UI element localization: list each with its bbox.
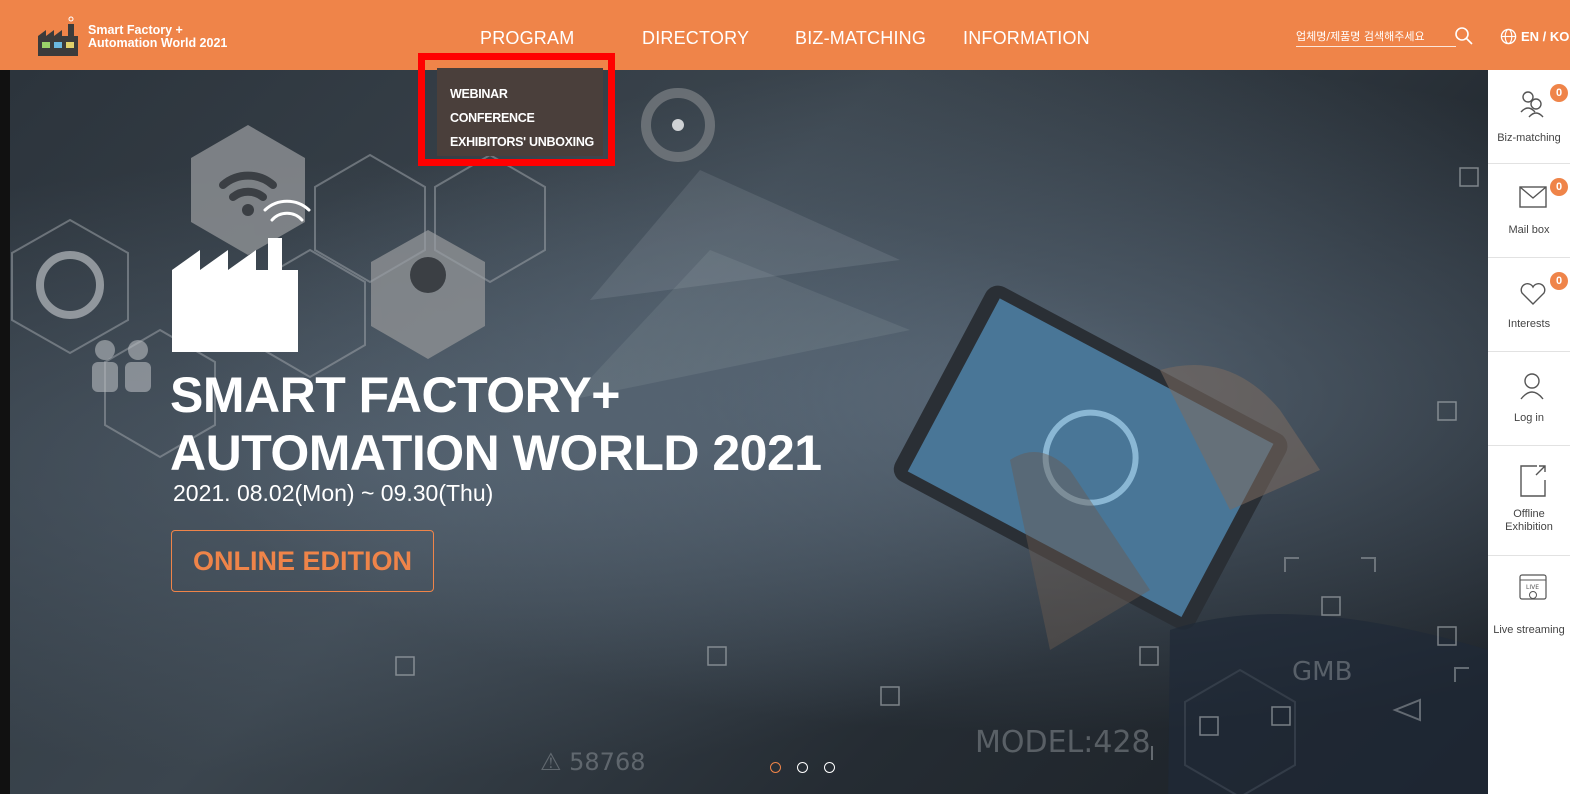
site-logo[interactable]: Smart Factory + Automation World 2021 bbox=[36, 14, 227, 60]
language-label: EN / KO bbox=[1521, 29, 1570, 44]
search-bar bbox=[1296, 27, 1456, 47]
nav-information[interactable]: INFORMATION bbox=[963, 28, 1090, 49]
carousel-dot-2[interactable] bbox=[797, 762, 808, 773]
nav-biz-matching[interactable]: BIZ-MATCHING bbox=[795, 28, 926, 49]
sidebar-item-live-streaming[interactable]: LIVE Live streaming bbox=[1488, 556, 1570, 656]
search-icon[interactable] bbox=[1454, 26, 1474, 46]
biz-matching-badge: 0 bbox=[1550, 84, 1568, 102]
interests-badge: 0 bbox=[1550, 272, 1568, 290]
sidebar-item-offline-exhibition[interactable]: Offline Exhibition bbox=[1488, 446, 1570, 556]
sidebar-item-log-in[interactable]: Log in bbox=[1488, 352, 1570, 446]
carousel-dot-1[interactable] bbox=[770, 762, 781, 773]
quick-sidebar: 0 Biz-matching 0 Mail box 0 Interests Lo… bbox=[1488, 70, 1570, 794]
svg-text:GMB: GMB bbox=[1292, 657, 1352, 687]
sidebar-label: Mail box bbox=[1508, 224, 1550, 236]
sidebar-item-interests[interactable]: 0 Interests bbox=[1488, 258, 1570, 352]
sidebar-item-mail-box[interactable]: 0 Mail box bbox=[1488, 164, 1570, 258]
sidebar-label: Live streaming bbox=[1493, 624, 1565, 636]
heart-icon bbox=[1520, 283, 1546, 305]
live-icon: LIVE bbox=[1519, 574, 1547, 600]
globe-icon bbox=[1500, 28, 1517, 45]
sidebar-label: Offline Exhibition bbox=[1505, 508, 1553, 533]
search-input[interactable] bbox=[1296, 30, 1436, 43]
logo-text: Smart Factory + Automation World 2021 bbox=[88, 24, 227, 50]
header: Smart Factory + Automation World 2021 PR… bbox=[0, 0, 1570, 70]
online-edition-button[interactable]: ONLINE EDITION bbox=[171, 530, 434, 592]
svg-text:⚠ 58768: ⚠ 58768 bbox=[540, 748, 646, 776]
hero-title-line-1: SMART FACTORY+ bbox=[170, 367, 620, 423]
language-switch[interactable]: EN / KO bbox=[1500, 28, 1569, 45]
hero-title: SMART FACTORY+ AUTOMATION WORLD 2021 bbox=[170, 366, 822, 482]
nav-directory[interactable]: DIRECTORY bbox=[642, 28, 749, 49]
carousel-dot-3[interactable] bbox=[824, 762, 835, 773]
user-icon bbox=[1520, 373, 1544, 400]
hero-banner: MODEL:428 ⚠ 58768 GMB SMART FACTORY+ AUT… bbox=[10, 70, 1488, 794]
sidebar-label: Log in bbox=[1514, 412, 1544, 424]
external-link-icon bbox=[1520, 465, 1546, 497]
hero-date: 2021. 08.02(Mon) ~ 09.30(Thu) bbox=[173, 480, 494, 506]
factory-logo-icon bbox=[36, 14, 82, 60]
hero-title-line-2: AUTOMATION WORLD 2021 bbox=[170, 425, 822, 481]
mail-box-badge: 0 bbox=[1550, 178, 1568, 196]
highlight-box bbox=[418, 53, 615, 166]
logo-line-2: Automation World 2021 bbox=[88, 36, 228, 50]
svg-text:MODEL:428: MODEL:428 bbox=[975, 725, 1151, 760]
sidebar-label: Interests bbox=[1507, 318, 1551, 330]
carousel-dots bbox=[770, 762, 835, 773]
mail-icon bbox=[1519, 186, 1547, 208]
sidebar-label: Biz-matching bbox=[1497, 132, 1561, 144]
nav-program[interactable]: PROGRAM bbox=[480, 28, 574, 49]
sidebar-item-biz-matching[interactable]: 0 Biz-matching bbox=[1488, 70, 1570, 164]
handshake-icon bbox=[1520, 91, 1544, 118]
svg-text:LIVE: LIVE bbox=[1526, 584, 1539, 591]
